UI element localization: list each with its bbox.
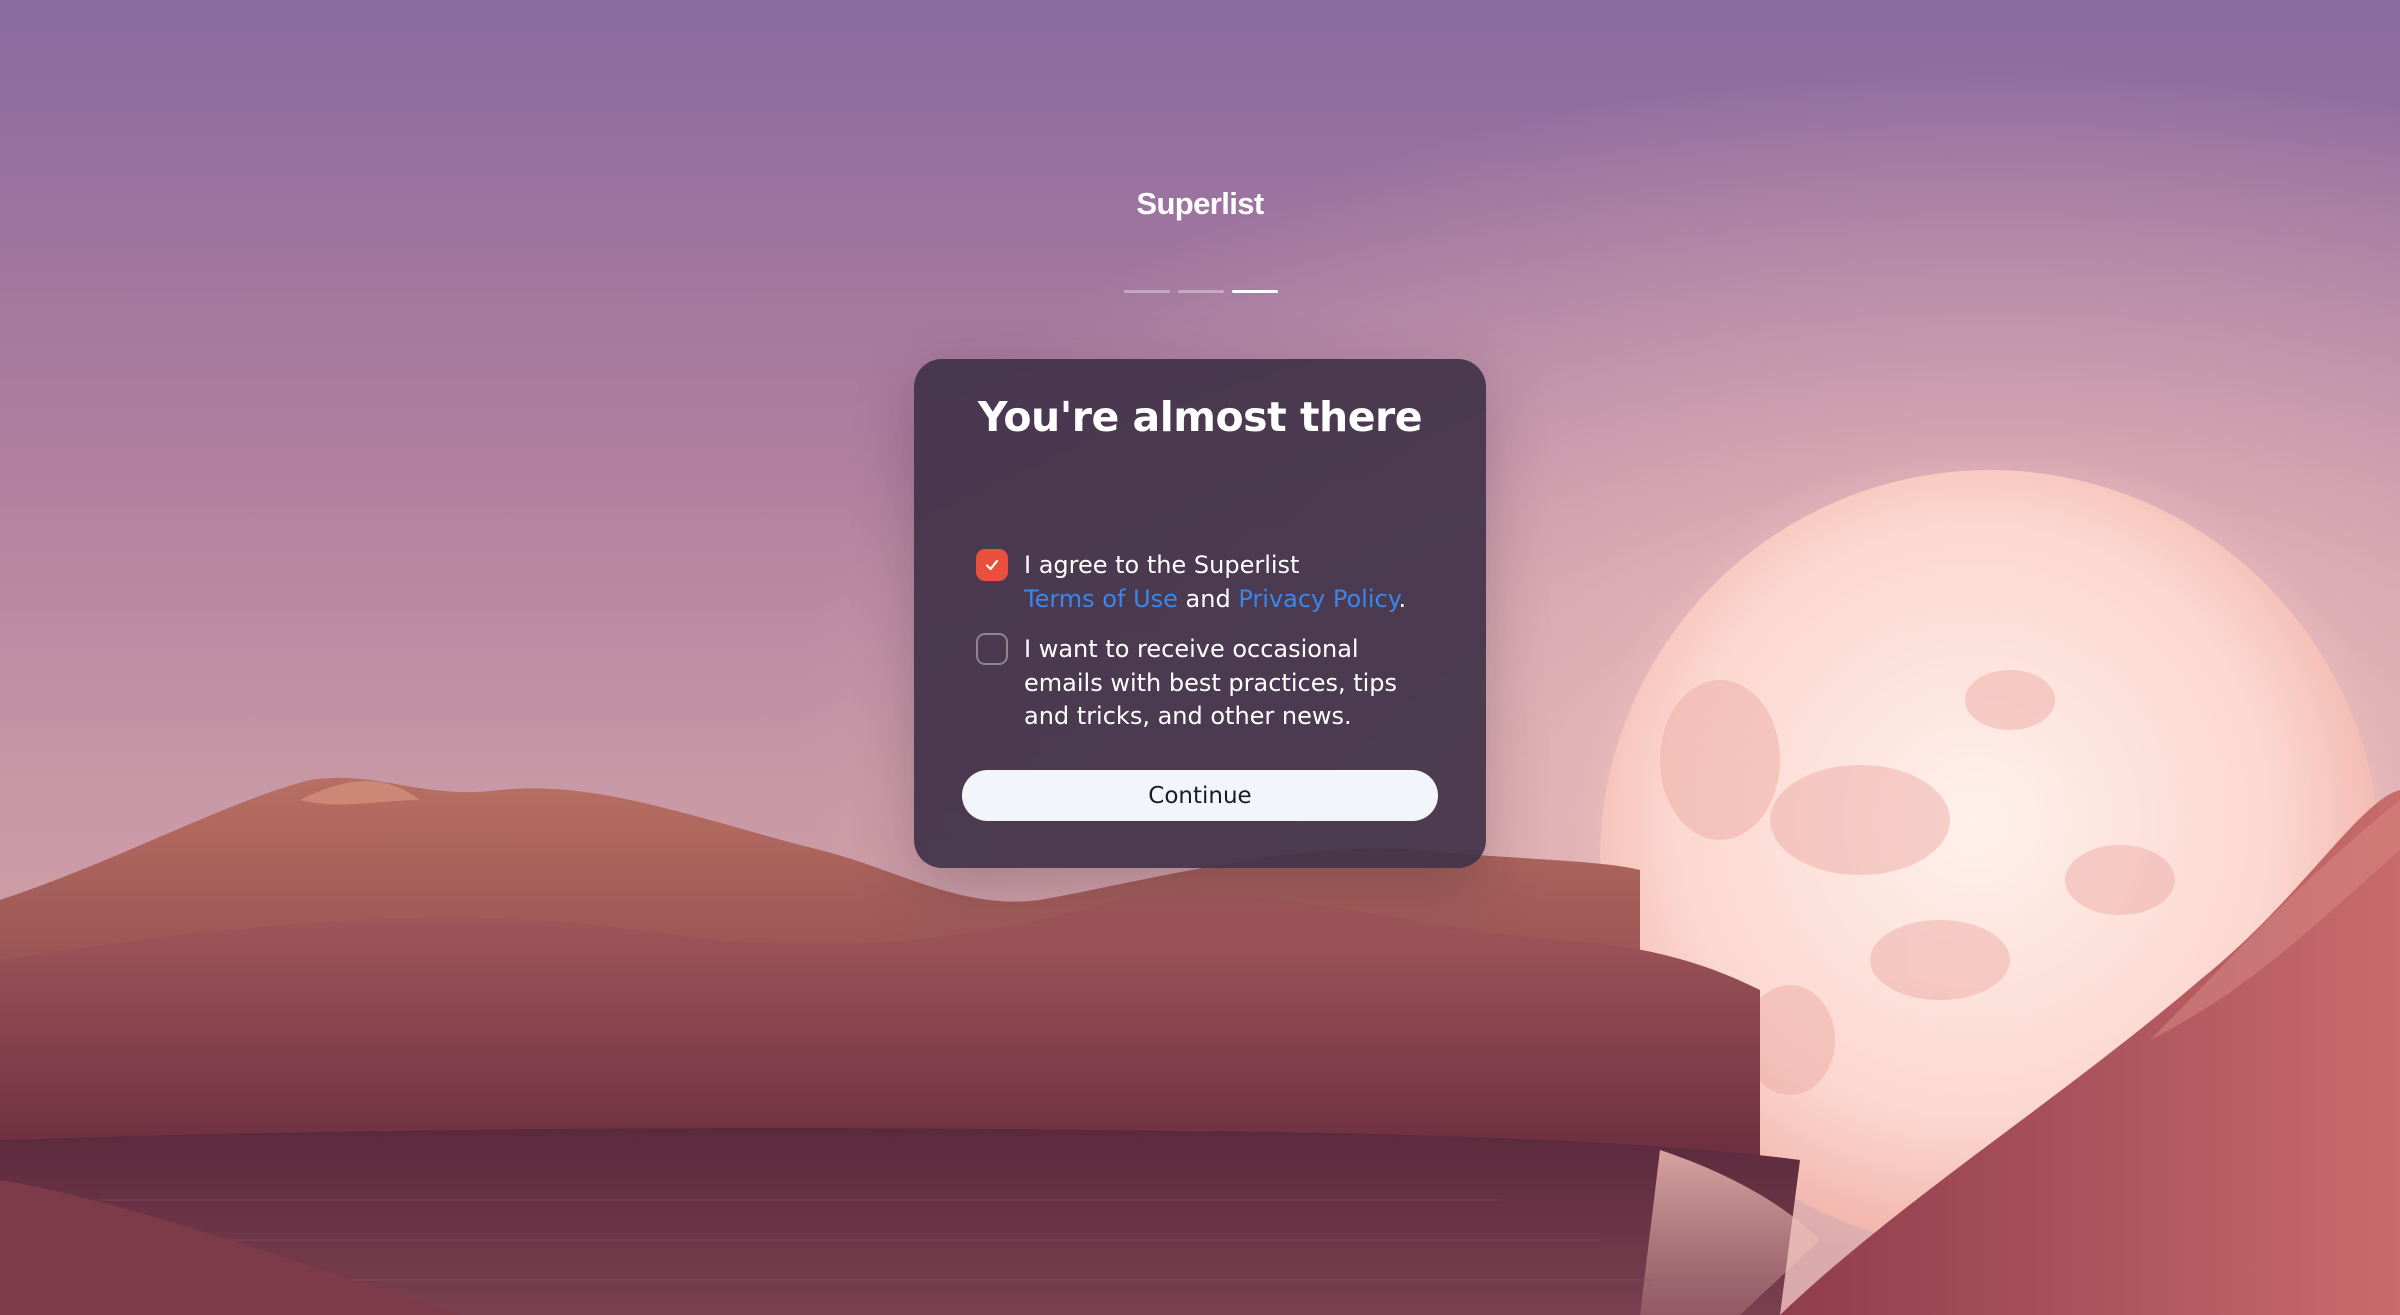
continue-button[interactable]: Continue [962, 770, 1438, 821]
progress-step-3-active [1232, 290, 1278, 293]
terms-of-use-link[interactable]: Terms of Use [1024, 585, 1178, 613]
progress-indicator [1124, 290, 1278, 293]
progress-step-1 [1124, 290, 1170, 293]
progress-step-2 [1178, 290, 1224, 293]
terms-suffix-text: . [1398, 584, 1407, 613]
emails-consent-text: I want to receive occasional emails with… [1024, 635, 1398, 730]
background-scene: Superlist You're almost there I agree to… [0, 0, 2400, 1315]
privacy-policy-link[interactable]: Privacy Policy [1238, 585, 1398, 613]
emails-consent-row[interactable]: I want to receive occasional emails with… [976, 633, 1444, 734]
emails-checkbox[interactable] [976, 633, 1008, 665]
checkmark-icon [985, 559, 999, 571]
terms-prefix-text: I agree to the Superlist [1024, 551, 1300, 579]
brand-logo: Superlist [1136, 186, 1264, 221]
terms-conjunction-text: and [1185, 584, 1231, 613]
terms-consent-row[interactable]: I agree to the Superlist Terms of Use an… [976, 549, 1444, 616]
signup-consent-dialog: You're almost there I agree to the Super… [914, 359, 1486, 868]
dialog-title: You're almost there [977, 393, 1423, 441]
terms-checkbox[interactable] [976, 549, 1008, 581]
terms-consent-text: I agree to the Superlist Terms of Use an… [1024, 549, 1444, 616]
